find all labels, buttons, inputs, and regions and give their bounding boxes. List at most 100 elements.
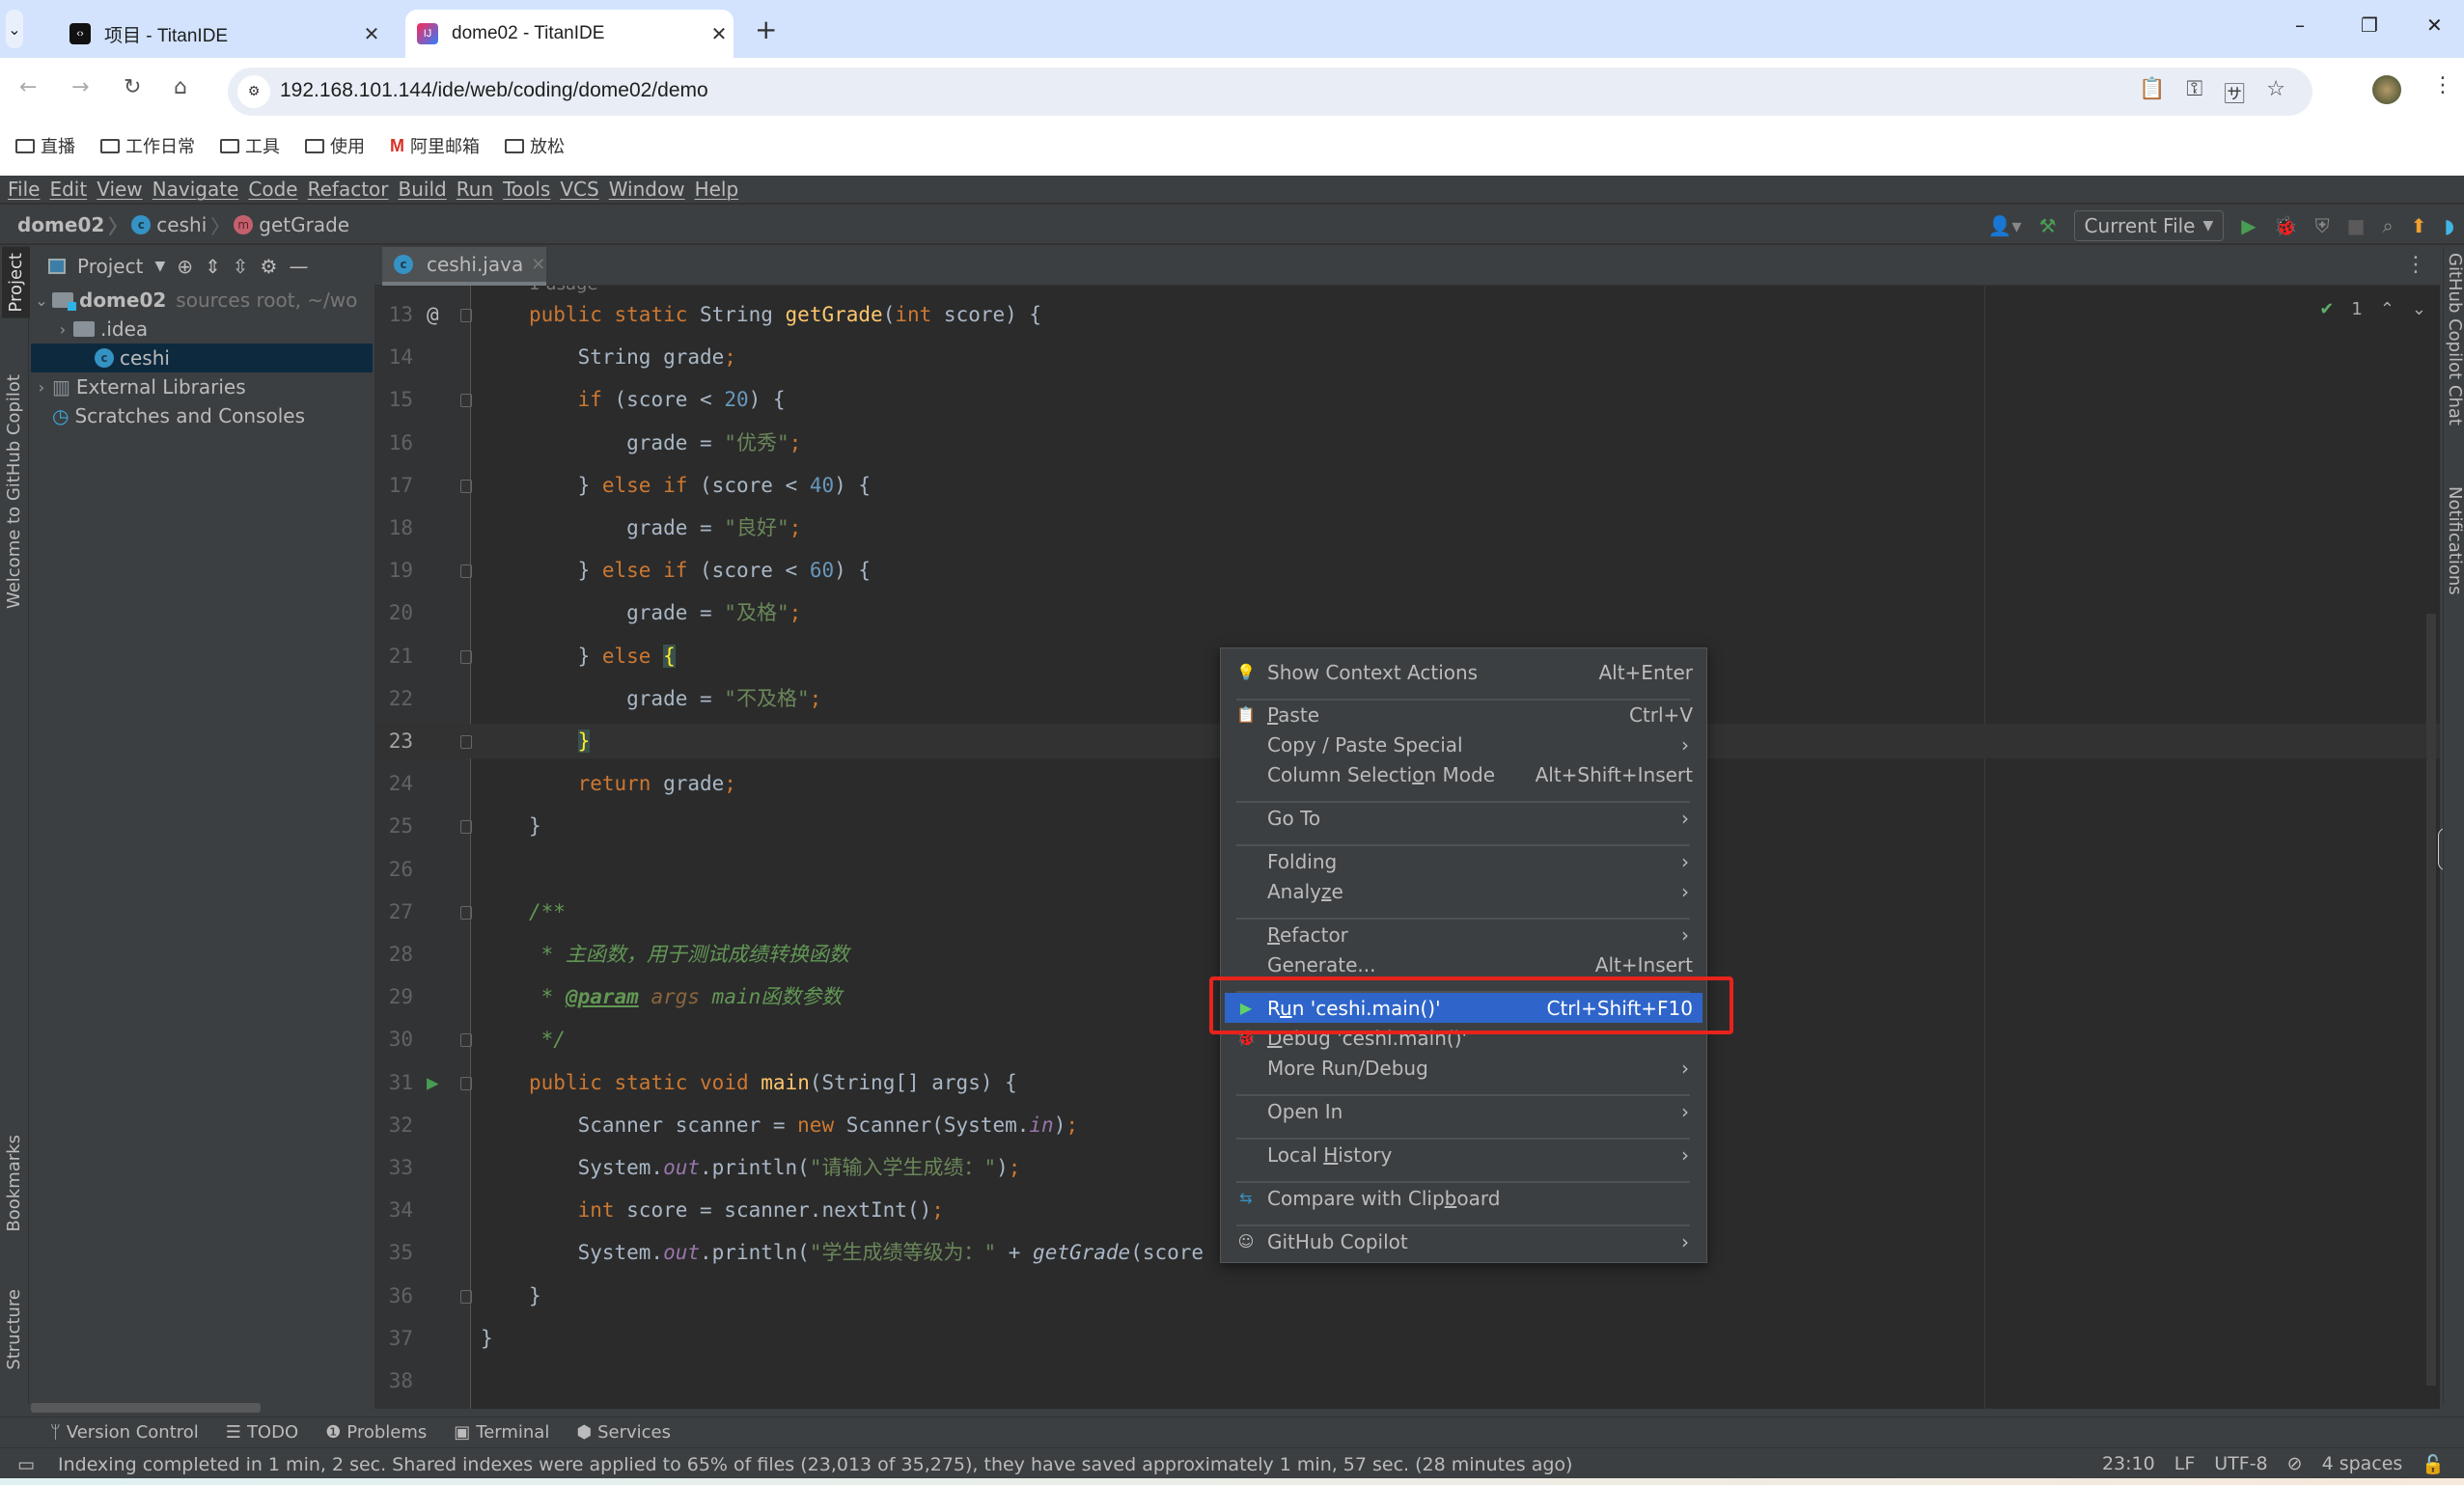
fold-marker-icon[interactable] bbox=[460, 394, 472, 408]
tab-list-button[interactable]: ⌄ bbox=[6, 10, 23, 48]
bookmark-star-icon[interactable]: ☆ bbox=[2266, 77, 2285, 108]
address-bar[interactable]: ⚙ 192.168.101.144/ide/web/coding/dome02/… bbox=[228, 68, 2312, 116]
tree-item-ceshi[interactable]: c ceshi bbox=[31, 344, 373, 372]
caret-position[interactable]: 23:10 bbox=[2102, 1453, 2155, 1475]
bookmark-item[interactable]: 放松 bbox=[505, 133, 565, 158]
menu-item-local-history[interactable]: Local History › bbox=[1225, 1140, 1703, 1169]
line-number[interactable]: 24 bbox=[374, 766, 413, 801]
line-number[interactable]: 18 bbox=[374, 510, 413, 545]
editor-tab-ceshi[interactable]: c ceshi.java ✕ bbox=[382, 247, 546, 286]
run-gutter-icon[interactable]: ▶ bbox=[427, 1065, 439, 1100]
line-number[interactable]: 15 bbox=[374, 382, 413, 417]
line-number[interactable]: 28 bbox=[374, 937, 413, 972]
line-number[interactable]: 29 bbox=[374, 979, 413, 1014]
tree-item-dome02[interactable]: ⌄ dome02 sources root, ~/wo bbox=[31, 286, 373, 315]
menu-item-go-to[interactable]: Go To › bbox=[1225, 803, 1703, 833]
chevron-right-icon[interactable]: › bbox=[52, 320, 73, 339]
run-config-dropdown[interactable]: Current File ▼ bbox=[2073, 210, 2225, 241]
tool-terminal[interactable]: ▣ Terminal bbox=[454, 1422, 549, 1443]
code-line[interactable]: 20 grade = "及格"; bbox=[374, 595, 2440, 630]
line-number[interactable]: 35 bbox=[374, 1235, 413, 1270]
forward-icon[interactable]: → bbox=[71, 75, 89, 99]
back-icon[interactable]: ← bbox=[19, 75, 37, 99]
menu-item-show-context-actions[interactable]: 💡 Show Context Actions Alt+Enter bbox=[1225, 657, 1703, 687]
code-line[interactable]: 36} bbox=[374, 1279, 2440, 1313]
copilot-status-icon[interactable]: ⊘ bbox=[2287, 1453, 2303, 1475]
tool-notifications[interactable]: Notifications bbox=[2445, 486, 2464, 595]
line-separator[interactable]: LF bbox=[2174, 1453, 2196, 1475]
code-line[interactable]: 14 String grade; bbox=[374, 340, 2440, 374]
fold-marker-icon[interactable] bbox=[460, 1076, 472, 1090]
bookmark-item[interactable]: 工作日常 bbox=[100, 133, 195, 158]
line-number[interactable]: 32 bbox=[374, 1108, 413, 1142]
search-icon[interactable]: ⌕ bbox=[2382, 214, 2393, 237]
project-horizontal-scrollbar[interactable] bbox=[31, 1403, 261, 1413]
line-number[interactable]: 22 bbox=[374, 681, 413, 716]
stop-icon[interactable]: ■ bbox=[2347, 214, 2366, 237]
fold-marker-icon[interactable] bbox=[460, 1289, 472, 1304]
menu-edit[interactable]: Edit bbox=[49, 178, 87, 201]
menu-file[interactable]: File bbox=[8, 178, 40, 201]
menu-item-github-copilot[interactable]: ☺ GitHub Copilot › bbox=[1225, 1226, 1703, 1256]
fold-marker-icon[interactable] bbox=[460, 564, 472, 579]
debug-icon[interactable]: 🐞 bbox=[2274, 214, 2298, 237]
code-line[interactable]: 16 grade = "优秀"; bbox=[374, 426, 2440, 460]
menu-code[interactable]: Code bbox=[248, 178, 297, 201]
fold-marker-icon[interactable] bbox=[460, 309, 472, 322]
tool-copilot-welcome[interactable]: Welcome to GitHub Copilot bbox=[4, 374, 24, 609]
fold-marker-icon[interactable] bbox=[460, 649, 472, 664]
tool-version-control[interactable]: ᛘ Version Control bbox=[50, 1422, 199, 1443]
indent-setting[interactable]: 4 spaces bbox=[2322, 1453, 2403, 1475]
url-text[interactable]: 192.168.101.144/ide/web/coding/dome02/de… bbox=[280, 79, 708, 102]
password-key-icon[interactable]: ⚿ bbox=[2187, 77, 2203, 108]
site-info-icon[interactable]: ⚙ bbox=[237, 75, 270, 108]
status-message[interactable]: Indexing completed in 1 min, 2 sec. Shar… bbox=[58, 1454, 1572, 1475]
menu-item-paste[interactable]: 📋 Paste Ctrl+V bbox=[1225, 700, 1703, 729]
menu-item-folding[interactable]: Folding › bbox=[1225, 846, 1703, 876]
coverage-icon[interactable]: ⛨ bbox=[2315, 214, 2330, 237]
menu-item-more-run-debug[interactable]: More Run/Debug › bbox=[1225, 1053, 1703, 1083]
line-number[interactable]: 14 bbox=[374, 340, 413, 374]
code-line[interactable]: 18 grade = "良好"; bbox=[374, 510, 2440, 545]
minimize-button[interactable]: – bbox=[2295, 14, 2305, 37]
editor-vertical-scrollbar[interactable] bbox=[2426, 614, 2436, 1386]
tree-item-external-libraries[interactable]: › ▥ External Libraries bbox=[31, 372, 373, 401]
close-tab-icon[interactable]: ✕ bbox=[705, 22, 734, 46]
translate-icon[interactable]: 🈂 bbox=[2224, 77, 2245, 108]
clipboard-icon[interactable]: 📋 bbox=[2139, 77, 2165, 108]
menu-item-analyze[interactable]: Analyze › bbox=[1225, 876, 1703, 906]
line-number[interactable]: 36 bbox=[374, 1279, 413, 1313]
menu-build[interactable]: Build bbox=[399, 178, 447, 201]
line-number[interactable]: 13 bbox=[374, 297, 413, 332]
menu-run[interactable]: Run bbox=[457, 178, 493, 201]
reload-icon[interactable]: ↻ bbox=[124, 75, 141, 99]
browser-tab-projects[interactable]: ‹› 项目 - TitanIDE ✕ bbox=[58, 10, 386, 58]
tool-problems[interactable]: ❶ Problems bbox=[325, 1422, 427, 1443]
override-icon[interactable]: @ bbox=[427, 297, 439, 332]
menu-help[interactable]: Help bbox=[695, 178, 739, 201]
fold-marker-icon[interactable] bbox=[460, 820, 472, 835]
menu-window[interactable]: Window bbox=[609, 178, 685, 201]
menu-vcs[interactable]: VCS bbox=[560, 178, 598, 201]
code-line[interactable]: 39 bbox=[374, 1406, 2440, 1409]
bookmark-item[interactable]: 直播 bbox=[15, 133, 75, 158]
browser-tab-dome02[interactable]: IJ dome02 - TitanIDE ✕ bbox=[405, 10, 734, 58]
chevron-down-icon[interactable]: ▼ bbox=[154, 259, 165, 274]
menu-item-generate[interactable]: Generate... Alt+Insert bbox=[1225, 949, 1703, 979]
close-window-button[interactable]: ✕ bbox=[2426, 14, 2443, 37]
hide-icon[interactable]: — bbox=[289, 255, 308, 278]
line-number[interactable]: 21 bbox=[374, 639, 413, 674]
bookmark-item[interactable]: 工具 bbox=[220, 133, 280, 158]
close-tab-icon[interactable]: ✕ bbox=[531, 255, 545, 275]
profile-avatar[interactable] bbox=[2372, 75, 2401, 104]
chevron-down-icon[interactable]: ⌄ bbox=[31, 291, 52, 310]
usage-hint[interactable]: 1 usage bbox=[529, 286, 598, 294]
breadcrumb-class[interactable]: c ceshi 〉 bbox=[131, 211, 230, 239]
code-line[interactable]: 38 bbox=[374, 1363, 2440, 1398]
line-number[interactable]: 33 bbox=[374, 1150, 413, 1185]
bookmark-item[interactable]: M 阿里邮箱 bbox=[390, 133, 480, 158]
menu-item-open-in[interactable]: Open In › bbox=[1225, 1096, 1703, 1126]
expand-all-icon[interactable]: ⇕ bbox=[205, 255, 221, 278]
line-number[interactable]: 31 bbox=[374, 1065, 413, 1100]
tree-item-idea[interactable]: › .idea bbox=[31, 315, 373, 344]
